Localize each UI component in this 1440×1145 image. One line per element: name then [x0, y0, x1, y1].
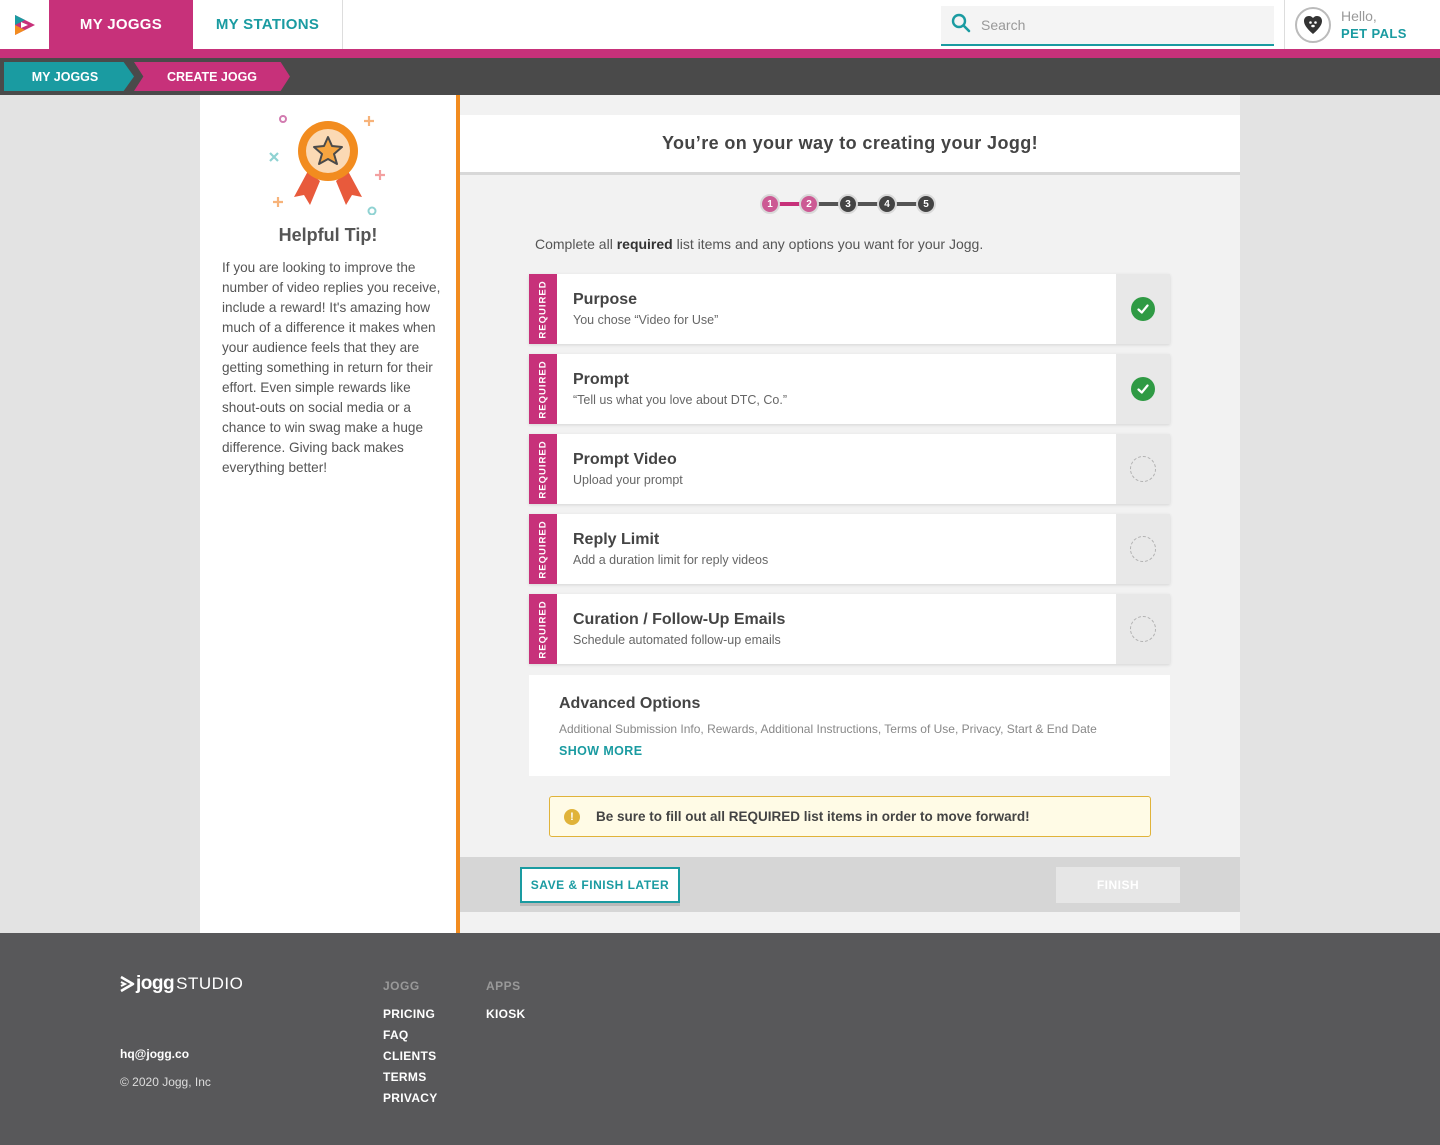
check-icon	[1131, 297, 1155, 321]
step-progress: 1 2 3 4 5	[760, 194, 940, 214]
footer-link-clients[interactable]: CLIENTS	[383, 1046, 438, 1067]
warning-icon: !	[564, 808, 580, 825]
list-item-reply-limit[interactable]: REQUIRED Reply Limit Add a duration limi…	[529, 514, 1170, 584]
page-title: You’re on your way to creating your Jogg…	[460, 115, 1240, 175]
create-jogg-panel: You’re on your way to creating your Jogg…	[460, 95, 1240, 933]
footer-link-kiosk[interactable]: KIOSK	[486, 1004, 526, 1025]
footer-column-heading: APPS	[486, 979, 521, 993]
tip-title: Helpful Tip!	[278, 225, 378, 245]
jogg-logo-icon[interactable]	[0, 0, 49, 49]
item-title: Prompt Video	[573, 451, 677, 468]
item-title: Purpose	[573, 291, 638, 308]
footer-link-privacy[interactable]: PRIVACY	[383, 1088, 438, 1109]
nav-accent-stripe	[0, 49, 1440, 58]
footer-email[interactable]: hq@jogg.co	[120, 1047, 189, 1061]
item-title: Reply Limit	[573, 531, 660, 548]
breadcrumb: MY JOGGS CREATE JOGG	[0, 58, 1440, 95]
item-subtitle: You chose “Video for Use”	[573, 313, 719, 327]
footer-column-heading: JOGG	[383, 979, 420, 993]
user-name: PET PALS	[1341, 25, 1407, 41]
action-bar: SAVE & FINISH LATER FINISH	[460, 857, 1240, 912]
search-input[interactable]	[981, 17, 1251, 33]
breadcrumb-create-jogg[interactable]: CREATE JOGG	[134, 62, 290, 91]
item-title: Prompt	[573, 371, 629, 388]
footer-logo-text: jogg	[136, 973, 175, 994]
empty-circle-icon	[1130, 456, 1156, 482]
item-status	[1116, 434, 1170, 504]
breadcrumb-my-joggs[interactable]: MY JOGGS	[4, 62, 134, 91]
check-icon	[1131, 377, 1155, 401]
finish-button[interactable]: FINISH	[1056, 867, 1180, 903]
tab-my-stations[interactable]: MY STATIONS	[193, 0, 343, 49]
tip-body: If you are looking to improve the number…	[222, 260, 441, 475]
footer: jogg STUDIO hq@jogg.co © 2020 Jogg, Inc …	[0, 933, 1440, 1145]
footer-link-faq[interactable]: FAQ	[383, 1025, 438, 1046]
footer-link-terms[interactable]: TERMS	[383, 1067, 438, 1088]
required-tag: REQUIRED	[529, 274, 557, 344]
user-greeting: Hello,	[1341, 7, 1377, 24]
item-subtitle: Schedule automated follow-up emails	[573, 633, 781, 647]
item-status	[1116, 274, 1170, 344]
step-4[interactable]: 4	[877, 194, 897, 214]
footer-link-pricing[interactable]: PRICING	[383, 1004, 438, 1025]
item-subtitle: “Tell us what you love about DTC, Co.”	[573, 393, 787, 407]
top-nav: MY JOGGS MY STATIONS Hello, PET PALS	[0, 0, 1440, 49]
advanced-options-title: Advanced Options	[559, 695, 701, 712]
jogg-logo-icon	[120, 975, 135, 993]
tab-my-joggs[interactable]: MY JOGGS	[49, 0, 193, 49]
required-warning: ! Be sure to fill out all REQUIRED list …	[549, 796, 1151, 837]
search-box[interactable]	[941, 6, 1274, 46]
dog-avatar-icon	[1295, 6, 1331, 43]
step-3[interactable]: 3	[838, 194, 858, 214]
item-subtitle: Upload your prompt	[573, 473, 683, 487]
empty-circle-icon	[1130, 536, 1156, 562]
required-tag: REQUIRED	[529, 514, 557, 584]
list-item-curation-emails[interactable]: REQUIRED Curation / Follow-Up Emails Sch…	[529, 594, 1170, 664]
footer-logo-suffix: STUDIO	[176, 974, 244, 993]
save-finish-later-button[interactable]: SAVE & FINISH LATER	[520, 867, 680, 903]
warning-text: Be sure to fill out all REQUIRED list it…	[596, 809, 1030, 824]
step-2[interactable]: 2	[799, 194, 819, 214]
instruction-text: Complete all required list items and any…	[535, 236, 984, 252]
item-subtitle: Add a duration limit for reply videos	[573, 553, 769, 567]
item-status	[1116, 354, 1170, 424]
footer-copyright: © 2020 Jogg, Inc	[120, 1075, 211, 1089]
item-title: Curation / Follow-Up Emails	[573, 611, 786, 628]
list-item-purpose[interactable]: REQUIRED Purpose You chose “Video for Us…	[529, 274, 1170, 344]
required-tag: REQUIRED	[529, 354, 557, 424]
footer-column-apps: APPS KIOSK	[486, 979, 526, 1025]
advanced-options: Advanced Options Additional Submission I…	[529, 675, 1170, 776]
list-item-prompt-video[interactable]: REQUIRED Prompt Video Upload your prompt	[529, 434, 1170, 504]
footer-logo[interactable]: jogg STUDIO	[120, 973, 243, 995]
step-5[interactable]: 5	[916, 194, 936, 214]
user-menu[interactable]: Hello, PET PALS	[1284, 0, 1440, 49]
helpful-tip-panel: Helpful Tip! If you are looking to impro…	[200, 95, 456, 933]
show-more-link[interactable]: SHOW MORE	[559, 744, 642, 758]
required-tag: REQUIRED	[529, 594, 557, 664]
list-item-prompt[interactable]: REQUIRED Prompt “Tell us what you love a…	[529, 354, 1170, 424]
footer-column-jogg: JOGG PRICING FAQ CLIENTS TERMS PRIVACY	[383, 979, 438, 1109]
item-status	[1116, 514, 1170, 584]
item-status	[1116, 594, 1170, 664]
award-ribbon-icon	[269, 115, 385, 215]
search-icon	[951, 13, 971, 38]
empty-circle-icon	[1130, 616, 1156, 642]
advanced-options-subtitle: Additional Submission Info, Rewards, Add…	[559, 722, 1097, 736]
step-1[interactable]: 1	[760, 194, 780, 214]
required-tag: REQUIRED	[529, 434, 557, 504]
